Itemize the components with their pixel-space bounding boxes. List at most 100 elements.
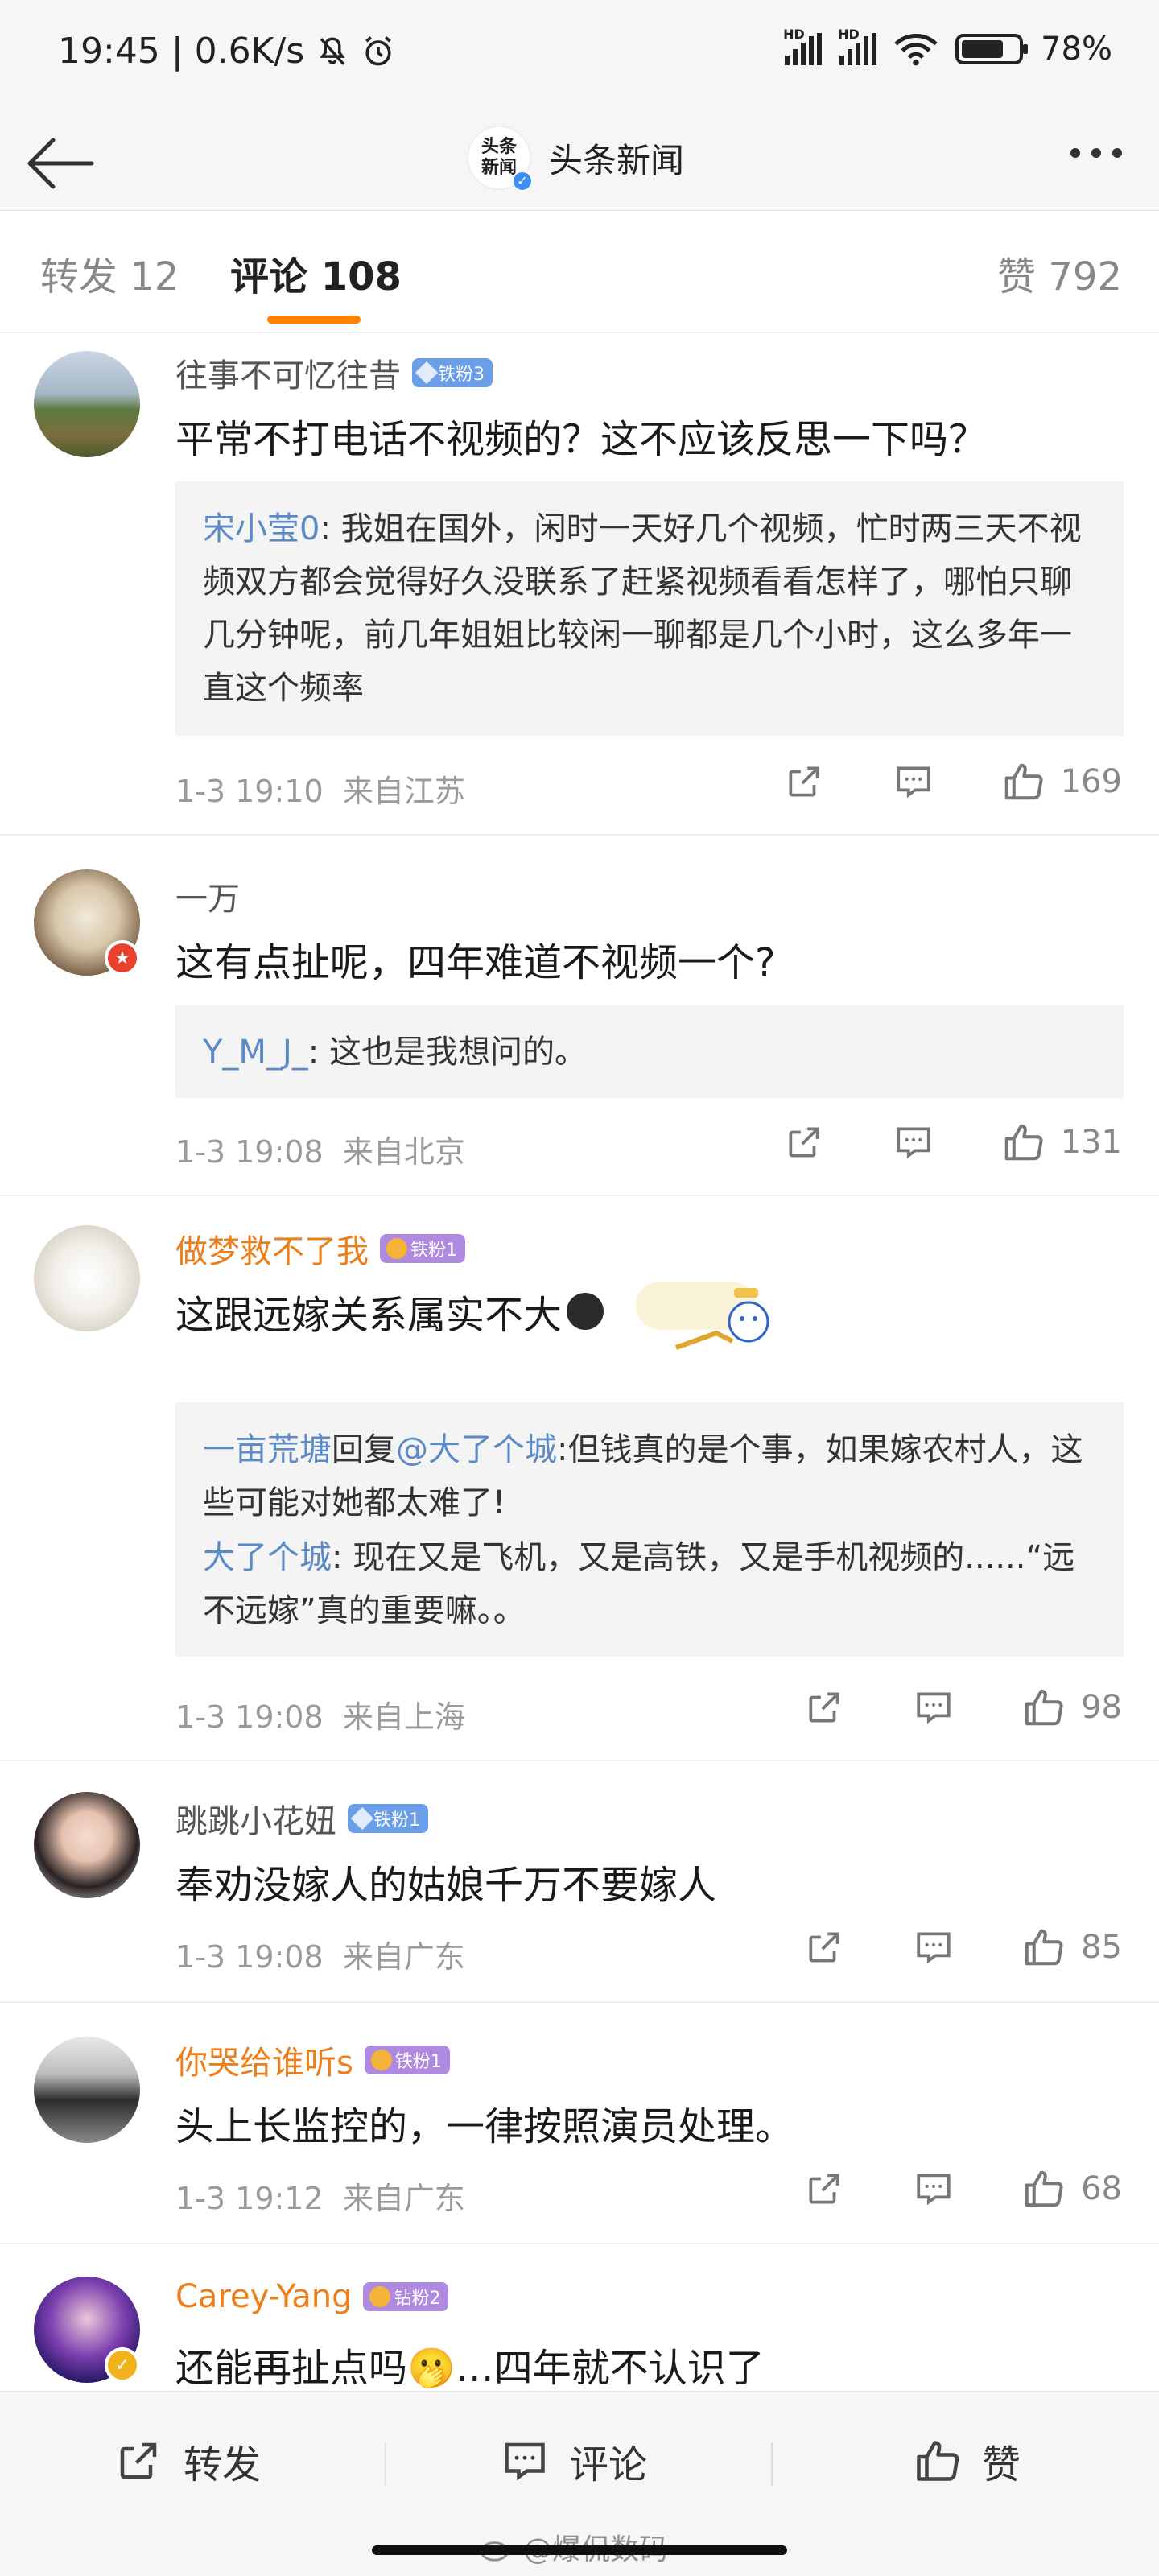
signal-1-icon: HD [783,27,823,65]
like-button[interactable]: 85 [1021,1926,1122,1969]
comment-icon[interactable] [914,1927,954,1967]
home-indicator[interactable] [372,2545,787,2555]
comment-username[interactable]: 往事不可忆往昔 铁粉3 [175,349,493,396]
signal-2-icon: HD [838,27,877,65]
verified-icon: ✓ [512,171,533,192]
share-icon[interactable] [804,1927,844,1967]
reply-text: : 这也是我想问的。 [307,1034,587,1071]
tab-likes[interactable]: 赞 792 [997,245,1122,301]
like-count: 169 [1060,763,1122,800]
divider [771,2442,773,2486]
comment-meta: 1-3 19:12 来自广东 [175,2181,465,2216]
share-icon[interactable] [784,1122,824,1162]
thumbs-up-icon [1025,1689,1063,1726]
comment-text: 平常不打电话不视频的？这不应该反思一下吗？ [175,417,988,462]
share-icon[interactable] [784,762,824,802]
alarm-icon [365,35,392,65]
reply-username[interactable]: Y_M_J_ [203,1034,308,1071]
status-time: 19:45 | 0.6K/s [58,31,305,72]
comment-icon[interactable] [914,2169,954,2209]
comment-text: 这跟远嫁关系属实不大 [175,1283,604,1340]
comment-meta: 1-3 19:10 来自江苏 [175,774,465,809]
comment-text: 还能再扯点吗🫢…四年就不认识了 [175,2346,765,2391]
avatar[interactable] [34,2037,140,2143]
like-button[interactable]: 169 [1001,760,1122,803]
comment-item: 做梦救不了我 铁粉1 这跟远嫁关系属实不大 一亩荒塘回复@大了个城:但钱真的是个… [0,1196,1159,1761]
divider [385,2442,386,2486]
comment-label: 评论 [570,2442,648,2487]
reply-username[interactable]: 一亩荒塘 [203,1431,332,1468]
comment-sticker-icon [636,1282,769,1350]
thumbs-up-icon [1004,1124,1043,1161]
comment-item: ★ 一万 这有点扯呢，四年难道不视频一个? Y_M_J_: 这也是我想问的。 1… [0,836,1159,1196]
fan-badge: 铁粉1 [348,1804,428,1833]
comment-actions: 98 [804,1686,1122,1729]
fan-badge: 铁粉1 [364,2046,450,2074]
reply-line: 大了个城: 现在又是飞机，又是高铁，又是手机视频的......“远不远嫁”真的重… [203,1531,1096,1637]
comment-username[interactable]: 一万 [175,873,240,919]
battery-icon [955,34,1029,64]
repost-label: 转发 [184,2442,262,2487]
tab-comments[interactable]: 评论 108 [230,245,402,301]
back-arrow-icon[interactable] [24,135,97,192]
comment-icon[interactable] [914,1687,954,1728]
comment-actions: 131 [784,1121,1122,1164]
reply-box[interactable]: 宋小莹0: 我姐在国外，闲时一天好几个视频，忙时两三天不视频双方都会觉得好久没联… [175,481,1124,736]
account-name: 头条新闻 [549,140,685,180]
comment-icon[interactable] [893,762,934,802]
comment-text: 这有点扯呢，四年难道不视频一个? [175,940,776,985]
fan-badge: 铁粉3 [412,358,493,387]
more-options-icon[interactable] [1070,148,1122,158]
comment-actions: 68 [804,2167,1122,2211]
comment-meta: 1-3 19:08 来自北京 [175,1134,465,1170]
like-label: 赞 [982,2442,1021,2487]
reply-mention[interactable]: @大了个城 [396,1431,557,1468]
reply-text: : 我姐在国外，闲时一天好几个视频，忙时两三天不视频双方都会觉得好久没联系了赶紧… [203,510,1082,707]
reply-username[interactable]: 大了个城 [203,1539,332,1576]
comment-item: ✓ Carey-Yang 钻粉2 还能再扯点吗🫢…四年就不认识了 [0,2244,1159,2391]
like-count: 85 [1081,1929,1122,1966]
header-title[interactable]: 头条 新闻 ✓ 头条新闻 [467,126,685,192]
mute-bell-icon [320,36,345,65]
comment-text: 奉劝没嫁人的姑娘千万不要嫁人 [175,1863,717,1908]
comment-meta: 1-3 19:08 来自广东 [175,1939,465,1975]
comment-username[interactable]: Carey-Yang 钻粉2 [175,2278,449,2315]
fan-badge: 钻粉2 [363,2282,449,2311]
comment-text: 头上长监控的，一律按照演员处理。 [175,2104,794,2149]
tab-repost[interactable]: 转发 12 [40,245,179,301]
repost-button[interactable]: 转发 [114,2433,261,2489]
comment-username[interactable]: 跳跳小花妞 铁粉1 [175,1795,428,1842]
avatar[interactable] [34,1225,140,1331]
comment-username[interactable]: 你哭给谁听s 铁粉1 [175,2037,450,2083]
reply-box[interactable]: Y_M_J_: 这也是我想问的。 [175,1005,1124,1098]
comment-button[interactable]: 评论 [501,2433,647,2489]
like-button[interactable]: 131 [1001,1121,1122,1164]
share-icon[interactable] [804,2169,844,2209]
reply-username[interactable]: 宋小莹0 [203,510,320,547]
comment-item: 往事不可忆往昔 铁粉3 平常不打电话不视频的？这不应该反思一下吗？ 宋小莹0: … [0,333,1159,836]
share-icon[interactable] [804,1687,844,1728]
like-button[interactable]: 98 [1021,1686,1122,1729]
avatar[interactable] [34,1792,140,1898]
status-right: HD HD 78% [783,27,1112,68]
vip-badge-icon: ★ [105,940,140,976]
crying-emoji-icon [567,1293,604,1330]
share-icon [120,2442,157,2479]
tab-bar: 转发 12 评论 108 赞 792 [0,211,1159,333]
comment-meta: 1-3 19:08 来自上海 [175,1699,465,1735]
comment-item: 跳跳小花妞 铁粉1 奉劝没嫁人的姑娘千万不要嫁人 1-3 19:08 来自广东 … [0,1761,1159,2003]
avatar[interactable] [34,351,140,457]
like-count: 98 [1081,1689,1122,1726]
reply-word: 回复 [332,1431,396,1468]
comment-icon[interactable] [893,1122,934,1162]
comment-item: 你哭给谁听s 铁粉1 头上长监控的，一律按照演员处理。 1-3 19:12 来自… [0,2003,1159,2244]
fan-badge: 铁粉1 [380,1234,465,1263]
reply-box[interactable]: 一亩荒塘回复@大了个城:但钱真的是个事，如果嫁农村人，这些可能对她都太难了! 大… [175,1402,1124,1657]
like-post-button[interactable]: 赞 [913,2433,1021,2489]
thumbs-up-icon [1025,1929,1063,1966]
comment-actions: 169 [784,760,1122,803]
like-count: 131 [1060,1124,1122,1161]
like-button[interactable]: 68 [1021,2167,1122,2211]
comment-username[interactable]: 做梦救不了我 铁粉1 [175,1225,465,1272]
thumbs-up-icon [1025,2170,1063,2207]
